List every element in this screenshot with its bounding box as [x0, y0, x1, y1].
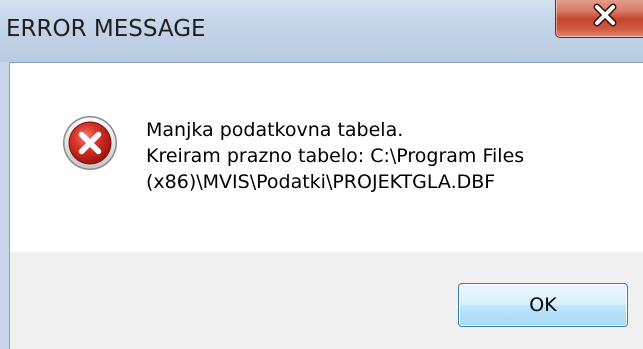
error-icon — [63, 116, 117, 170]
message-line-2: Kreiram prazno tabelo: C:\Program Files — [146, 145, 525, 167]
message-line-1: Manjka podatkovna tabela. — [146, 119, 404, 141]
close-icon — [593, 3, 617, 27]
title-bar[interactable]: ERROR MESSAGE — [0, 0, 643, 62]
error-dialog: ERROR MESSAGE Manjka podatkovna tabela. … — [0, 0, 643, 349]
close-button[interactable] — [555, 0, 643, 38]
message-area: Manjka podatkovna tabela. Kreiram prazno… — [10, 63, 643, 252]
error-message: Manjka podatkovna tabela. Kreiram prazno… — [146, 117, 524, 195]
ok-button[interactable]: OK — [458, 283, 628, 327]
window-title: ERROR MESSAGE — [6, 16, 206, 42]
message-line-3: (x86)\MVIS\Podatki\PROJEKTGLA.DBF — [146, 171, 496, 193]
dialog-client-area: Manjka podatkovna tabela. Kreiram prazno… — [9, 62, 643, 349]
